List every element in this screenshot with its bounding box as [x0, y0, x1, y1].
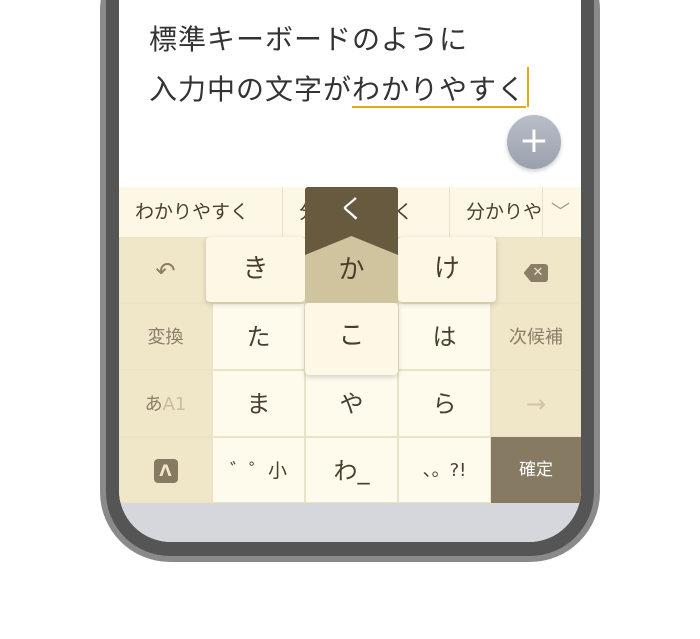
text-line-2[interactable]: 入力中の文字がわかりやすく [149, 67, 530, 108]
key-ra[interactable]: ら [398, 370, 491, 437]
plus-icon: + [518, 120, 550, 161]
key-ha[interactable]: は [398, 303, 491, 370]
chevron-down-icon[interactable]: ﹀ [543, 187, 581, 237]
flick-center-label: か [338, 255, 365, 285]
next-candidate-key[interactable]: 次候補 [491, 303, 581, 370]
candidate-item[interactable]: 分かりやすく [450, 187, 543, 237]
app-key[interactable]: Λ [119, 437, 212, 503]
backspace-icon: ✕ [523, 264, 549, 282]
flick-left-ki[interactable]: き [206, 237, 305, 302]
key-wa[interactable]: わ_ [305, 437, 398, 503]
punctuation-key[interactable]: 、。?! [398, 437, 491, 503]
undo-key[interactable]: ↶ [119, 237, 212, 303]
input-mode-key[interactable]: あA1 [119, 370, 212, 437]
flick-right-ke[interactable]: け [398, 237, 496, 302]
add-button[interactable]: + [507, 115, 561, 169]
text-caret [527, 67, 530, 107]
mode-alnum: A1 [162, 394, 187, 415]
composing-text: わかりやすく [352, 73, 527, 108]
delete-key[interactable]: ✕ [491, 237, 581, 303]
screen: 標準キーボードのように 入力中の文字がわかりやすく + わかりやすく 分かりやす… [119, 0, 581, 542]
key-ma[interactable]: ま [212, 370, 305, 437]
key-ya[interactable]: や [305, 370, 398, 437]
undo-icon: ↶ [155, 257, 176, 285]
flick-down-ko[interactable]: こ [305, 303, 398, 375]
mode-hiragana: あ [144, 394, 163, 415]
home-indicator-area [119, 503, 581, 542]
dakuten-key[interactable]: ゛゜小 [212, 437, 305, 503]
text-line-1[interactable]: 標準キーボードのように [149, 18, 468, 58]
flick-center-ka[interactable]: く か [305, 187, 398, 303]
keyboard-logo-icon: Λ [153, 459, 178, 483]
committed-text: 入力中の文字が [149, 73, 353, 106]
arrow-right-key[interactable]: → [491, 370, 581, 437]
candidate-item[interactable]: わかりやすく [119, 187, 283, 237]
key-ta[interactable]: た [212, 303, 305, 370]
convert-key[interactable]: 変換 [119, 303, 212, 370]
confirm-key[interactable]: 確定 [491, 437, 581, 503]
keyboard: わかりやすく 分かりやすく 分かりやすく ﹀ ↶ ✕ 変換 た は 次候補 あA… [119, 187, 581, 503]
